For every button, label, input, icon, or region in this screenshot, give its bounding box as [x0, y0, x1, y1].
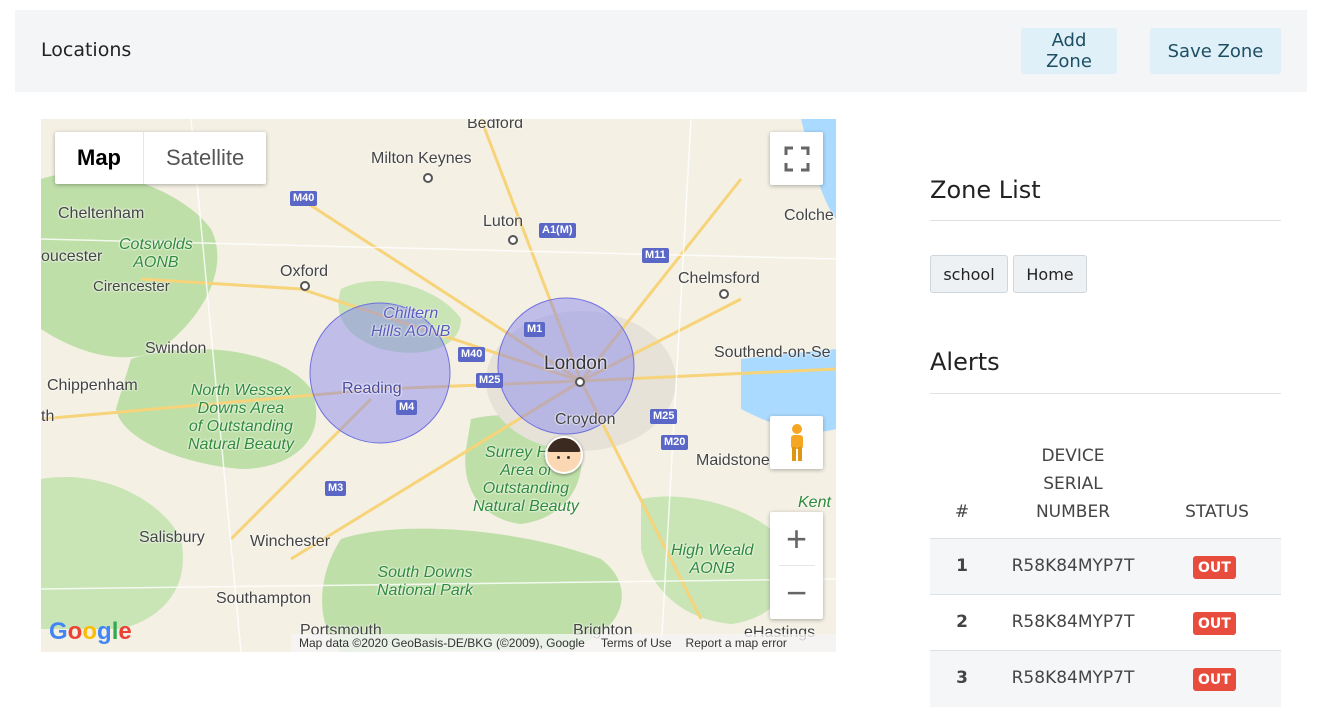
place-label: th — [41, 408, 55, 425]
col-header-serial-line3: NUMBER — [1035, 502, 1111, 522]
row-index: 1 — [956, 556, 968, 576]
place-label: Milton Keynes — [371, 150, 472, 167]
place-label: Reading — [342, 380, 402, 397]
area-label: Cotswolds AONB — [119, 236, 193, 271]
place-label: Salisbury — [139, 529, 205, 546]
area-label: South Downs National Park — [377, 564, 474, 599]
map-attribution: Map data ©2020 GeoBasis-DE/BKG (©2009), … — [299, 636, 585, 650]
road-shield: M20 — [661, 435, 689, 450]
user-location-marker[interactable] — [545, 436, 583, 474]
table-row: 1 R58K84MYP7T OUT — [930, 538, 1281, 595]
pegman-icon — [790, 423, 803, 461]
place-dot — [575, 377, 585, 387]
zone-chip-school[interactable]: school — [930, 255, 1008, 293]
road-shield: M40 — [458, 347, 486, 362]
save-zone-button[interactable]: Save Zone — [1150, 28, 1281, 74]
place-label: Cirencester — [93, 278, 170, 295]
fullscreen-icon — [784, 146, 809, 171]
place-label: Luton — [483, 213, 524, 230]
page-title: Locations — [41, 39, 132, 61]
place-label: Cheltenham — [58, 205, 145, 222]
add-zone-button[interactable]: Add Zone — [1021, 28, 1117, 74]
map-type-satellite[interactable]: Satellite — [143, 132, 266, 184]
terms-link[interactable]: Terms of Use — [601, 636, 672, 650]
col-header-status: STATUS — [1185, 502, 1249, 522]
table-row: 2 R58K84MYP7T OUT — [930, 594, 1281, 651]
zone-list-title: Zone List — [930, 176, 1041, 204]
row-serial: R58K84MYP7T — [1011, 612, 1135, 632]
place-label: Southend-on-Se — [714, 344, 831, 361]
table-row: 3 R58K84MYP7T OUT — [930, 650, 1281, 707]
col-header-serial-line1: DEVICE — [1041, 446, 1105, 466]
zoom-in-button[interactable]: + — [770, 512, 823, 565]
place-dot — [423, 173, 433, 183]
map-attribution-bar: Map data ©2020 GeoBasis-DE/BKG (©2009), … — [291, 634, 836, 652]
place-label: Croydon — [555, 411, 616, 428]
place-label: Chelmsford — [678, 270, 760, 287]
col-header-index: # — [954, 502, 970, 522]
divider — [930, 220, 1281, 221]
place-label: Southampton — [216, 590, 312, 607]
report-map-error-link[interactable]: Report a map error — [686, 636, 787, 650]
place-label: Winchester — [250, 533, 331, 550]
road-shield: M11 — [642, 248, 669, 263]
area-label: North Wessex Downs Area of Outstanding N… — [188, 382, 294, 453]
zone-chip-home[interactable]: Home — [1013, 255, 1087, 293]
road-shield: M4 — [396, 400, 418, 415]
place-label: Swindon — [145, 340, 207, 357]
street-view-pegman[interactable] — [770, 416, 823, 469]
road-shield: A1(M) — [539, 223, 576, 238]
row-serial: R58K84MYP7T — [1011, 668, 1135, 688]
place-dot — [719, 289, 729, 299]
place-dot — [508, 235, 518, 245]
place-label: London — [544, 353, 608, 374]
col-header-serial-line2: SERIAL — [1043, 474, 1103, 494]
row-index: 2 — [956, 612, 968, 632]
road-shield: M1 — [524, 322, 546, 337]
row-serial: R58K84MYP7T — [1011, 556, 1135, 576]
divider — [930, 393, 1281, 394]
road-shield: M25 — [476, 373, 504, 388]
place-label: Bedford — [467, 119, 524, 132]
road-shield: M40 — [290, 191, 318, 206]
zoom-out-button[interactable]: − — [770, 566, 823, 619]
status-badge: OUT — [1193, 612, 1236, 635]
place-dot — [300, 281, 310, 291]
fullscreen-button[interactable] — [770, 132, 823, 185]
place-label: Colche — [784, 207, 834, 224]
page-header: Locations Add Zone Save Zone — [15, 10, 1307, 92]
place-label: Maidstone — [696, 452, 770, 469]
place-label: Chippenham — [47, 377, 138, 394]
map-type-map[interactable]: Map — [55, 132, 143, 184]
map-view[interactable]: Bedford Milton Keynes Cheltenham Luton C… — [41, 119, 836, 652]
area-label: Chiltern Hills AONB — [371, 305, 451, 340]
road-shield: M25 — [650, 409, 678, 424]
place-label: Oxford — [280, 263, 329, 280]
area-label: High Weald AONB — [671, 542, 754, 577]
google-logo: Google — [49, 618, 132, 645]
status-badge: OUT — [1193, 668, 1236, 691]
place-label: oucester — [41, 248, 103, 265]
zoom-control: + − — [770, 512, 823, 619]
status-badge: OUT — [1193, 556, 1236, 579]
alerts-title: Alerts — [930, 348, 1000, 376]
road-shield: M3 — [325, 481, 347, 496]
row-index: 3 — [956, 668, 968, 688]
map-type-control: Map Satellite — [55, 132, 267, 184]
